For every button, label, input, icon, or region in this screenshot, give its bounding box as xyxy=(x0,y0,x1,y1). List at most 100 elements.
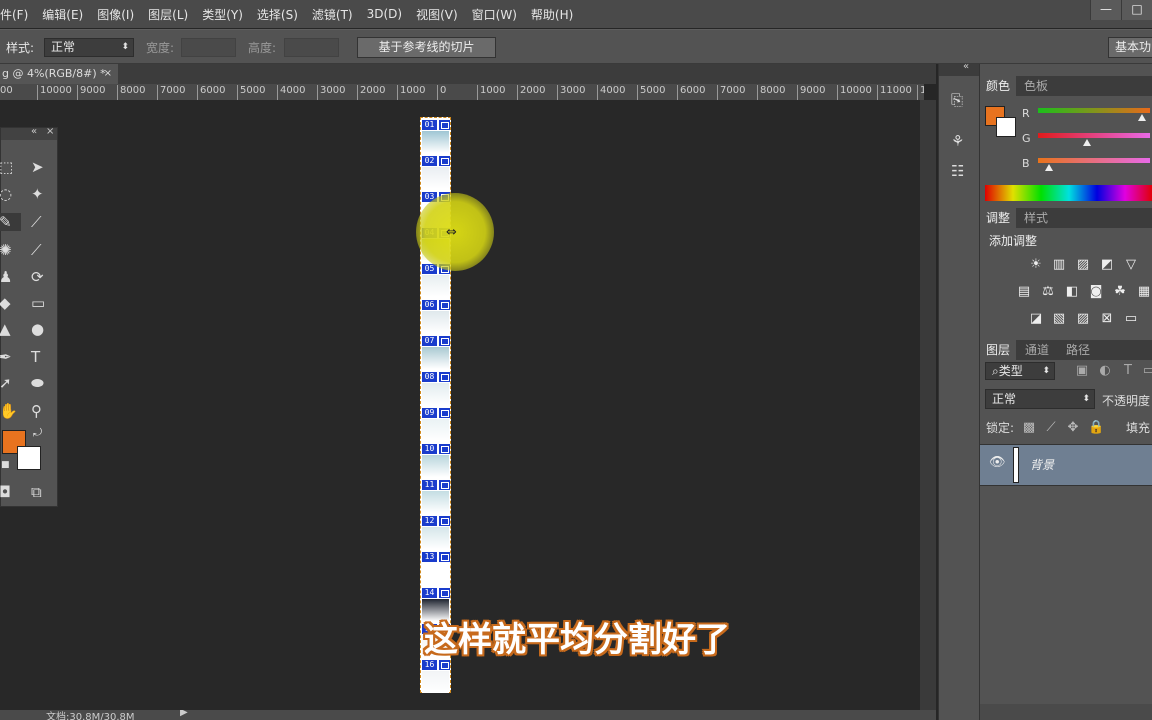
menu-edit[interactable]: 编辑(E) xyxy=(35,6,90,23)
image-slice[interactable]: 06 xyxy=(421,298,450,334)
eye-icon[interactable]: 👁 xyxy=(989,455,1006,470)
text-tool-icon[interactable]: T xyxy=(31,348,40,366)
vertical-scrollbar[interactable] xyxy=(920,100,936,710)
menu-file[interactable]: 件(F) xyxy=(0,6,35,23)
close-panel-icon[interactable]: × xyxy=(46,126,54,137)
pen-tool-icon[interactable]: ✒ xyxy=(0,348,12,366)
menu-3d[interactable]: 3D(D) xyxy=(360,7,409,21)
lock-image-icon[interactable]: ⟋ xyxy=(1044,421,1058,435)
levels-icon[interactable]: ▥ xyxy=(1052,258,1066,272)
hue-saturation-icon[interactable]: ▤ xyxy=(1017,285,1031,299)
brush-tool-icon[interactable]: ⟋ xyxy=(31,241,42,259)
maximize-button[interactable]: □ xyxy=(1121,0,1152,20)
zoom-tool-icon[interactable]: ⚲ xyxy=(31,402,42,420)
invert-icon[interactable]: ◪ xyxy=(1029,312,1043,326)
posterize-icon[interactable]: ▧ xyxy=(1052,312,1066,326)
image-slice[interactable]: 08 xyxy=(421,370,450,406)
lock-position-icon[interactable]: ✥ xyxy=(1066,421,1080,435)
slider-g-thumb[interactable] xyxy=(1083,139,1092,146)
quick-mask-icon[interactable]: ◘ xyxy=(0,483,11,501)
image-slice[interactable]: 16 xyxy=(421,658,450,694)
screen-mode-icon[interactable]: ⧉ xyxy=(31,483,42,501)
default-colors-icon[interactable]: ■ xyxy=(1,460,10,470)
blur-tool-icon[interactable]: ▲ xyxy=(0,320,11,338)
menu-help[interactable]: 帮助(H) xyxy=(524,6,580,23)
brightness-icon[interactable]: ☀ xyxy=(1029,258,1043,272)
history-brush-icon[interactable]: ⟳ xyxy=(31,268,44,286)
image-slice[interactable]: 02 xyxy=(421,154,450,190)
image-slice[interactable]: 12 xyxy=(421,514,450,550)
menu-filter[interactable]: 滤镜(T) xyxy=(305,6,360,23)
slider-b[interactable] xyxy=(1038,158,1150,163)
marquee-tool-icon[interactable]: ⬚ xyxy=(0,158,13,176)
eraser-icon[interactable]: ◆ xyxy=(0,294,11,312)
menu-view[interactable]: 视图(V) xyxy=(409,6,465,23)
tab-channels[interactable]: 通道 xyxy=(1019,340,1055,360)
dodge-tool-icon[interactable]: ● xyxy=(31,320,44,338)
menu-type[interactable]: 类型(Y) xyxy=(195,6,250,23)
slider-r[interactable] xyxy=(1038,108,1150,113)
image-slice[interactable]: 13 xyxy=(421,550,450,586)
color-spectrum[interactable] xyxy=(985,185,1152,201)
tab-swatches[interactable]: 色板 xyxy=(1018,76,1054,96)
collapse-icon[interactable]: « xyxy=(31,126,37,137)
layer-filter-select[interactable]: ⌕类型 ⬍ xyxy=(985,362,1055,380)
menu-window[interactable]: 窗口(W) xyxy=(465,6,524,23)
image-slice[interactable]: 10 xyxy=(421,442,450,478)
tab-adjustments[interactable]: 调整 xyxy=(980,208,1017,228)
gradient-map-icon[interactable]: ▭ xyxy=(1124,312,1138,326)
history-panel-icon[interactable]: ⎘ xyxy=(951,91,963,109)
filter-adjust-icon[interactable]: ◐ xyxy=(1098,364,1112,378)
filter-type-icon[interactable]: T xyxy=(1121,364,1135,378)
lock-all-icon[interactable]: 🔒 xyxy=(1088,421,1104,435)
selective-color-icon[interactable]: ⊠ xyxy=(1100,312,1114,326)
menu-select[interactable]: 选择(S) xyxy=(250,6,305,23)
minimize-button[interactable]: — xyxy=(1090,0,1121,20)
image-slice[interactable]: 07 xyxy=(421,334,450,370)
menu-image[interactable]: 图像(I) xyxy=(90,6,141,23)
tab-paths[interactable]: 路径 xyxy=(1060,340,1096,360)
style-select[interactable]: 正常 ⬍ xyxy=(44,38,134,57)
image-slice[interactable]: 09 xyxy=(421,406,450,442)
status-arrow-icon[interactable]: ▶ xyxy=(180,710,188,718)
curves-icon[interactable]: ▨ xyxy=(1076,258,1090,272)
height-input[interactable] xyxy=(284,38,339,57)
tab-color[interactable]: 颜色 xyxy=(980,76,1017,96)
hand-tool-icon[interactable]: ✋ xyxy=(0,402,18,420)
blend-mode-select[interactable]: 正常 ⬍ xyxy=(985,389,1095,409)
path-select-icon[interactable]: ➚ xyxy=(0,374,12,392)
channel-mixer-icon[interactable]: ☘ xyxy=(1113,285,1127,299)
workspace-button[interactable]: 基本功 xyxy=(1108,37,1152,58)
slider-r-thumb[interactable] xyxy=(1138,114,1147,121)
clone-stamp-icon[interactable]: ♟ xyxy=(0,268,12,286)
tab-styles[interactable]: 样式 xyxy=(1018,208,1054,228)
gradient-icon[interactable]: ▭ xyxy=(31,294,45,312)
image-slice[interactable]: 11 xyxy=(421,478,450,514)
layer-row-background[interactable]: 👁 背景 xyxy=(980,444,1152,486)
healing-brush-icon[interactable]: ✺ xyxy=(0,241,12,259)
image-slice[interactable]: 01 xyxy=(421,118,450,154)
threshold-icon[interactable]: ▨ xyxy=(1076,312,1090,326)
eyedropper-icon[interactable]: ⟋ xyxy=(31,213,42,231)
panel-background-swatch[interactable] xyxy=(996,117,1016,137)
black-white-icon[interactable]: ◧ xyxy=(1065,285,1079,299)
slices-from-guides-button[interactable]: 基于参考线的切片 xyxy=(357,37,496,58)
slice-tool-icon[interactable]: ✎ xyxy=(0,213,21,231)
color-balance-icon[interactable]: ⚖ xyxy=(1041,285,1055,299)
swap-colors-icon[interactable]: ⤾ xyxy=(33,426,42,440)
lasso-tool-icon[interactable]: ◌ xyxy=(0,185,12,203)
close-icon[interactable]: × xyxy=(104,64,112,84)
brush-preset-icon[interactable]: ⚘ xyxy=(951,132,964,150)
filter-shape-icon[interactable]: ▭ xyxy=(1142,364,1152,378)
expand-icon[interactable]: « xyxy=(963,61,969,72)
menu-layer[interactable]: 图层(L) xyxy=(141,6,195,23)
exposure-icon[interactable]: ◩ xyxy=(1100,258,1114,272)
color-lookup-icon[interactable]: ▦ xyxy=(1137,285,1151,299)
magic-wand-icon[interactable]: ✦ xyxy=(31,185,44,203)
ellipse-tool-icon[interactable]: ⬬ xyxy=(31,374,44,392)
slider-g[interactable] xyxy=(1038,133,1150,138)
properties-icon[interactable]: ☷ xyxy=(951,162,964,180)
width-input[interactable] xyxy=(181,38,236,57)
filter-pixel-icon[interactable]: ▣ xyxy=(1075,364,1089,378)
move-tool-icon[interactable]: ➤ xyxy=(31,158,44,176)
